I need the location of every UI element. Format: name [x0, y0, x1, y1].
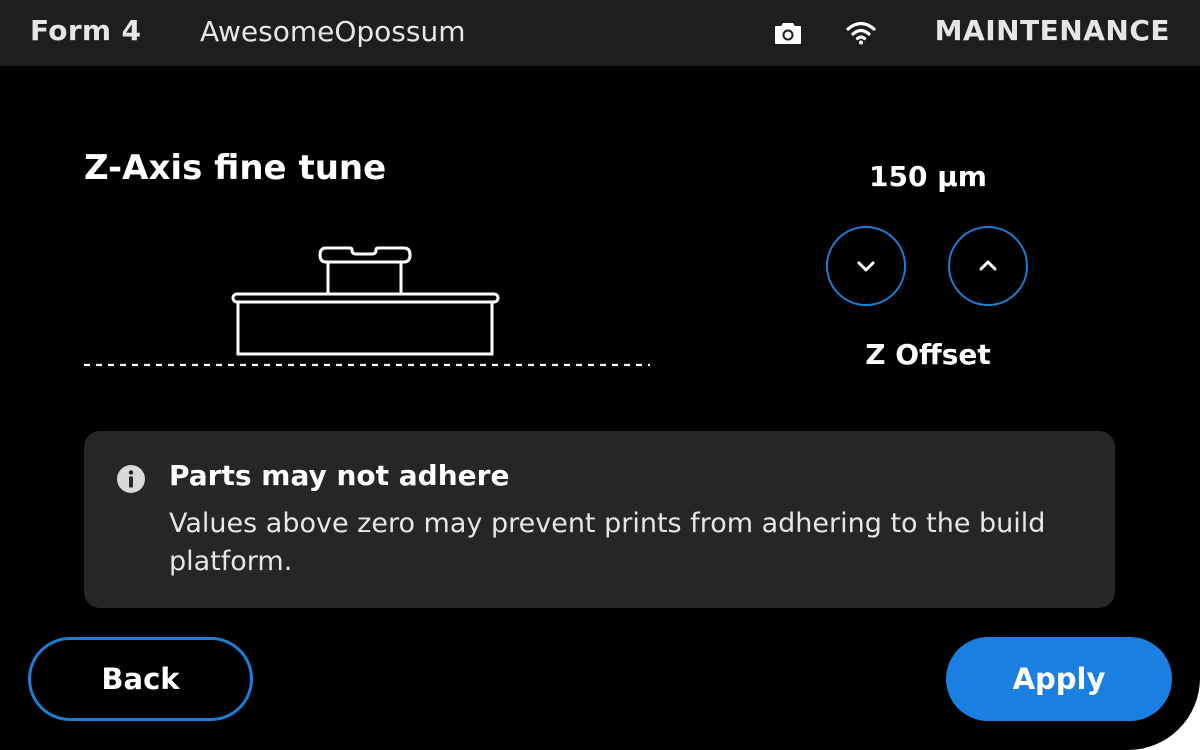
wifi-icon: [845, 18, 877, 46]
adhesion-warning-card: Parts may not adhere Values above zero m…: [84, 431, 1115, 608]
chevron-up-icon: [979, 260, 997, 271]
back-button[interactable]: Back: [28, 637, 253, 721]
apply-button[interactable]: Apply: [946, 637, 1172, 721]
printer-name: AwesomeOpossum: [200, 15, 466, 48]
device-name: Form 4: [30, 14, 142, 47]
mode-label: MAINTENANCE: [934, 14, 1170, 47]
build-platform-icon: [80, 236, 655, 376]
info-icon: [116, 464, 146, 494]
decrease-offset-button[interactable]: [826, 226, 906, 306]
chevron-down-icon: [857, 261, 875, 272]
z-offset-value: 150 µm: [869, 160, 987, 193]
page-title: Z-Axis fine tune: [84, 148, 387, 188]
maintenance-screen: Form 4 AwesomeOpossum MAINTENANCE Z-Axis…: [0, 0, 1200, 750]
warning-title: Parts may not adhere: [169, 459, 510, 492]
camera-icon[interactable]: [774, 20, 802, 46]
increase-offset-button[interactable]: [948, 226, 1028, 306]
warning-message: Values above zero may prevent prints fro…: [169, 508, 1046, 577]
top-bar: Form 4 AwesomeOpossum MAINTENANCE: [0, 0, 1200, 66]
z-offset-label: Z Offset: [865, 338, 991, 371]
